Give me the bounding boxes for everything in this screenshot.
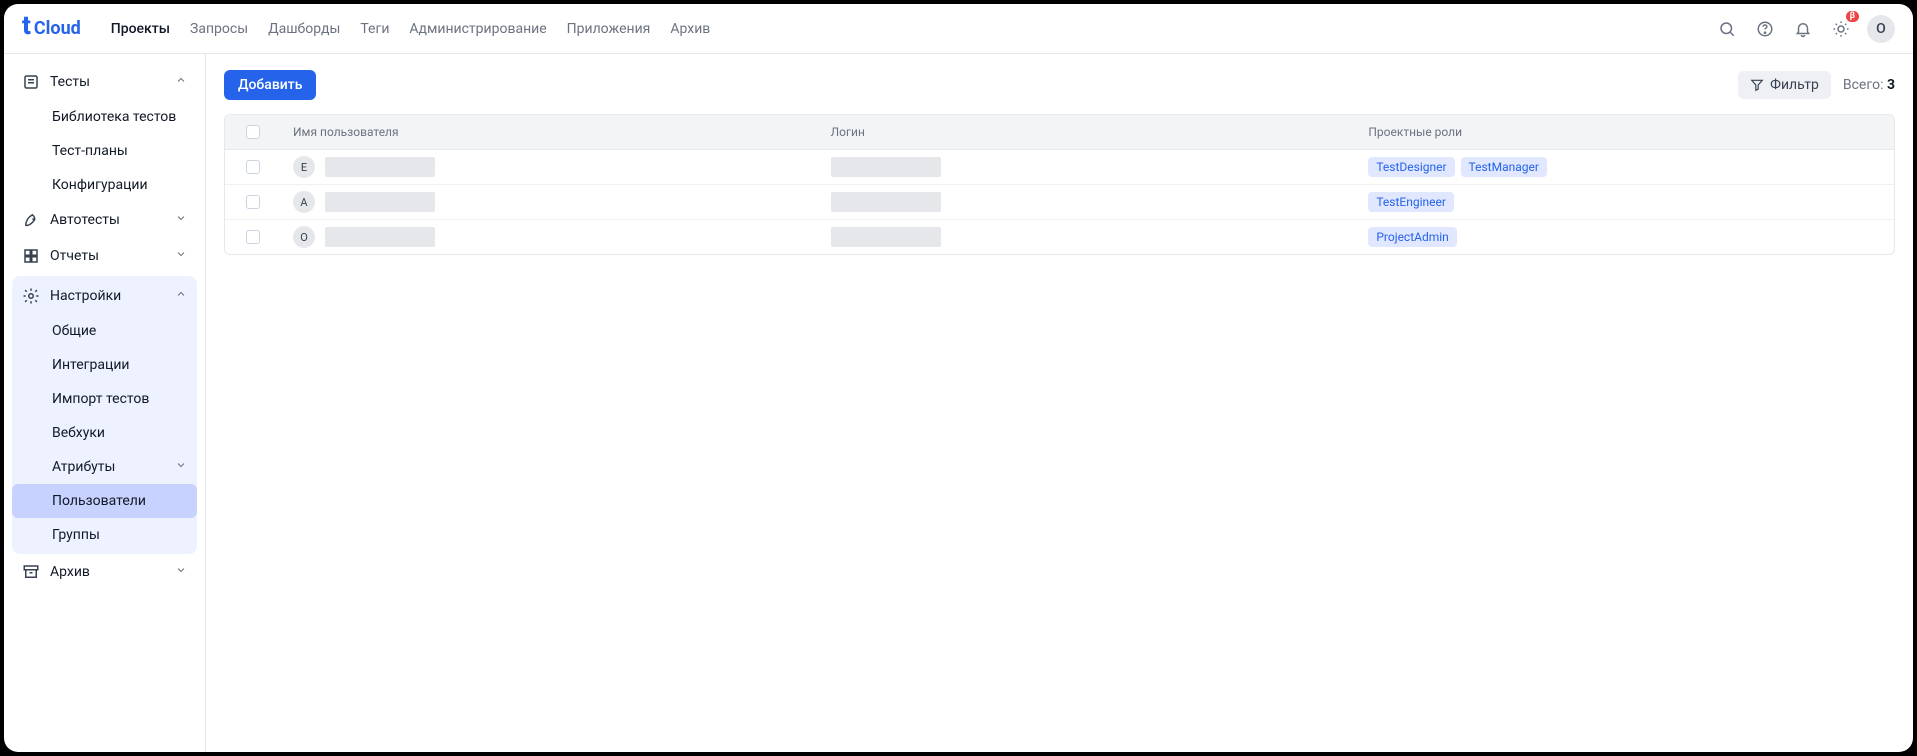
chevron-down-icon [175,459,187,475]
total-value: 3 [1887,77,1895,93]
sidebar-groups[interactable]: Группы [12,518,197,552]
row-avatar: E [293,156,315,178]
sidebar-settings[interactable]: Настройки [12,278,197,314]
chevron-up-icon [175,288,187,304]
sidebar-archive[interactable]: Архив [12,554,197,590]
sidebar-reports[interactable]: Отчеты [12,238,197,274]
user-avatar[interactable]: O [1867,15,1895,43]
sidebar-configurations[interactable]: Конфигурации [12,168,197,202]
sidebar-webhooks[interactable]: Вебхуки [12,416,197,450]
table-row[interactable]: A TestEngineer [225,185,1894,220]
chevron-down-icon [175,212,187,228]
sidebar-settings-group: Настройки Общие Интеграции Импорт тестов… [12,276,197,554]
users-table: Имя пользователя Логин Проектные роли E … [224,114,1895,255]
select-all-checkbox[interactable] [246,125,260,139]
sidebar-reports-label: Отчеты [50,248,99,264]
sidebar-tests-label: Тесты [50,74,90,90]
topnav-requests[interactable]: Запросы [190,21,248,37]
row-checkbox[interactable] [246,160,260,174]
grid-icon [22,247,40,265]
row-checkbox[interactable] [246,195,260,209]
sidebar-archive-label: Архив [50,564,90,580]
sidebar-tests[interactable]: Тесты [12,64,197,100]
toolbar: Добавить Фильтр Всего: 3 [224,70,1895,100]
sidebar-settings-label: Настройки [50,288,121,304]
logo-text: Cloud [34,18,81,39]
total-label: Всего: [1843,77,1884,93]
topnav-admin[interactable]: Администрирование [409,21,546,37]
topnav-apps[interactable]: Приложения [567,21,651,37]
redacted-username [325,227,435,247]
top-nav: Проекты Запросы Дашборды Теги Администри… [111,21,711,37]
sidebar-autotests-label: Автотесты [50,212,120,228]
table-row[interactable]: E TestDesigner TestManager [225,150,1894,185]
chevron-up-icon [175,74,187,90]
chevron-down-icon [175,564,187,580]
topnav-dashboards[interactable]: Дашборды [268,21,340,37]
beta-badge: β [1846,11,1859,22]
role-tag[interactable]: TestManager [1461,157,1547,177]
row-checkbox[interactable] [246,230,260,244]
redacted-username [325,157,435,177]
add-button[interactable]: Добавить [224,70,316,100]
topnav-projects[interactable]: Проекты [111,21,170,37]
gear-icon [22,287,40,305]
redacted-login [831,227,941,247]
role-tag[interactable]: TestDesigner [1368,157,1454,177]
header-username[interactable]: Имя пользователя [281,125,819,139]
sidebar-general[interactable]: Общие [12,314,197,348]
sidebar-attributes[interactable]: Атрибуты [12,450,197,484]
theme-icon[interactable]: β [1829,17,1853,41]
total-count: Всего: 3 [1843,77,1895,93]
sidebar-attributes-label: Атрибуты [52,459,115,475]
table-row[interactable]: O ProjectAdmin [225,220,1894,254]
redacted-login [831,192,941,212]
filter-label: Фильтр [1770,77,1819,93]
archive-icon [22,563,40,581]
table-header: Имя пользователя Логин Проектные роли [225,115,1894,150]
header-roles[interactable]: Проектные роли [1356,125,1894,139]
rocket-icon [22,211,40,229]
sidebar-users[interactable]: Пользователи [12,484,197,518]
sidebar-autotests[interactable]: Автотесты [12,202,197,238]
main-content: Добавить Фильтр Всего: 3 Имя пользовател… [206,54,1913,752]
topbar: t Cloud Проекты Запросы Дашборды Теги Ад… [4,4,1913,54]
app-logo[interactable]: t Cloud [22,16,81,42]
topbar-right: β O [1715,15,1895,43]
sidebar-test-library[interactable]: Библиотека тестов [12,100,197,134]
header-checkbox-cell [225,125,281,139]
redacted-login [831,157,941,177]
filter-icon [1750,78,1764,92]
topnav-tags[interactable]: Теги [360,21,389,37]
row-avatar: A [293,191,315,213]
tests-icon [22,73,40,91]
bell-icon[interactable] [1791,17,1815,41]
search-icon[interactable] [1715,17,1739,41]
sidebar-integrations[interactable]: Интеграции [12,348,197,382]
filter-button[interactable]: Фильтр [1738,71,1831,99]
help-icon[interactable] [1753,17,1777,41]
topnav-archive[interactable]: Архив [670,21,710,37]
logo-mark-icon: t [22,13,31,39]
sidebar-import-tests[interactable]: Импорт тестов [12,382,197,416]
chevron-down-icon [175,248,187,264]
redacted-username [325,192,435,212]
sidebar: Тесты Библиотека тестов Тест-планы Конфи… [4,54,206,752]
role-tag[interactable]: ProjectAdmin [1368,227,1456,247]
header-login[interactable]: Логин [819,125,1357,139]
row-avatar: O [293,226,315,248]
sidebar-test-plans[interactable]: Тест-планы [12,134,197,168]
role-tag[interactable]: TestEngineer [1368,192,1454,212]
